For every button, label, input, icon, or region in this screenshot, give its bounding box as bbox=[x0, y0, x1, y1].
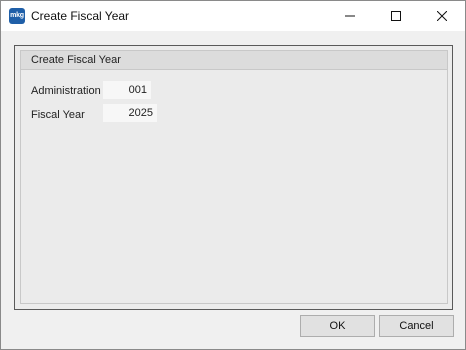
group-title: Create Fiscal Year bbox=[31, 54, 121, 66]
ok-button[interactable]: OK bbox=[300, 315, 375, 337]
window-title: Create Fiscal Year bbox=[31, 9, 130, 23]
fiscal-year-group: Create Fiscal Year Administration 001 Fi… bbox=[20, 50, 448, 304]
minimize-button[interactable] bbox=[327, 1, 373, 31]
fiscal-year-field[interactable]: 2025 bbox=[103, 104, 157, 122]
administration-field[interactable]: 001 bbox=[103, 81, 151, 99]
content-frame: Create Fiscal Year Administration 001 Fi… bbox=[14, 45, 453, 310]
fiscal-year-label: Fiscal Year bbox=[31, 109, 85, 121]
cancel-button[interactable]: Cancel bbox=[379, 315, 454, 337]
dialog-body: Create Fiscal Year Administration 001 Fi… bbox=[1, 31, 465, 349]
minimize-icon bbox=[345, 11, 355, 21]
maximize-icon bbox=[391, 11, 401, 21]
close-icon bbox=[437, 11, 447, 21]
title-bar[interactable]: mkg Create Fiscal Year bbox=[1, 1, 465, 31]
close-button[interactable] bbox=[419, 1, 465, 31]
group-header: Create Fiscal Year bbox=[21, 51, 447, 70]
app-icon: mkg bbox=[9, 8, 25, 24]
administration-label: Administration bbox=[31, 85, 101, 97]
maximize-button[interactable] bbox=[373, 1, 419, 31]
dialog-window: mkg Create Fiscal Year Create Fiscal Yea… bbox=[0, 0, 466, 350]
